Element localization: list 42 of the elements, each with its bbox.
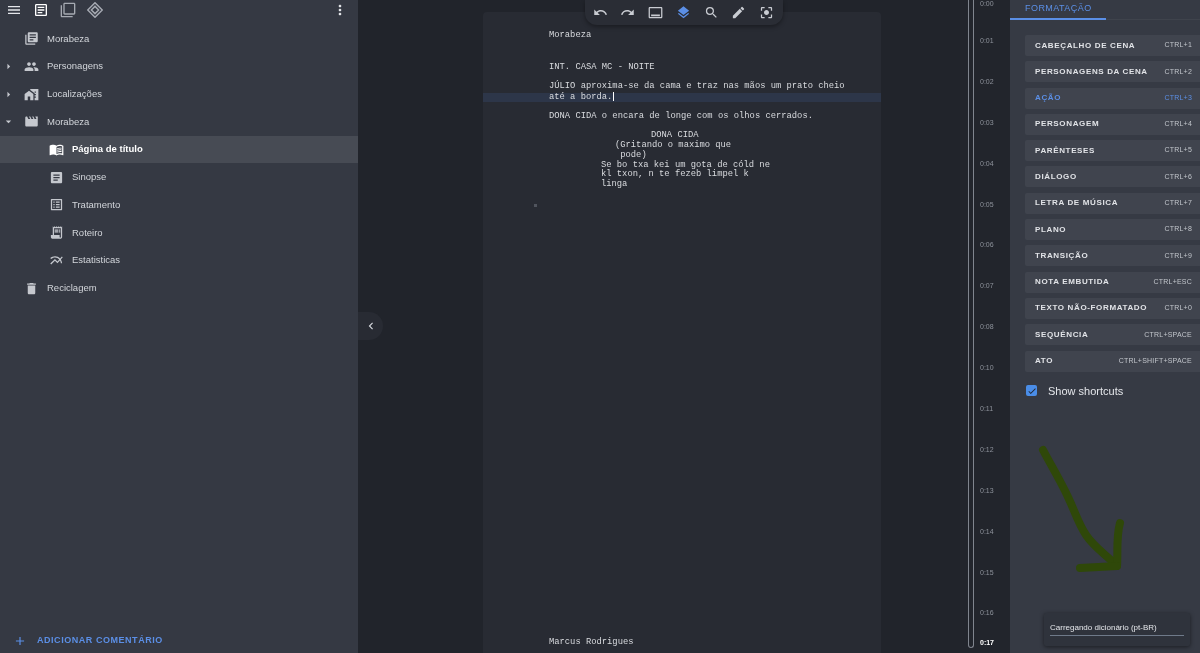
plus-icon (13, 634, 27, 648)
houses-icon (24, 86, 39, 102)
diamond-icon (87, 2, 103, 18)
snackbar-message: Carregando dicionário (pt-BR) (1050, 623, 1158, 633)
action-text: DONA CIDA o encara de longe com os olhos cerrados. (549, 112, 814, 122)
clapperboard-icon (24, 114, 39, 130)
character-name: DONA CIDA (651, 131, 699, 141)
layers-icon (675, 5, 691, 20)
tree-item[interactable]: Sinopse (0, 163, 358, 192)
open-book-icon (49, 142, 64, 158)
list-icon (49, 197, 64, 213)
checkbox-label[interactable]: Show shortcuts (1048, 382, 1124, 400)
add-comment-button[interactable]: ADICIONAR COMENTÁRIO (13, 632, 163, 650)
search-icon (703, 5, 719, 20)
title-text: Morabeza (549, 31, 593, 41)
books-icon (24, 31, 39, 47)
tree-item[interactable]: Tratamento (0, 191, 358, 219)
document-icon (49, 169, 64, 185)
tree-item[interactable]: Página de título (0, 135, 358, 164)
panel-icon (648, 5, 664, 20)
focus-icon (759, 5, 775, 20)
tree-item[interactable]: Morabeza (0, 108, 358, 136)
tree-item[interactable]: Localizações (0, 80, 358, 109)
tree-item[interactable]: Reciclagem (0, 274, 358, 302)
checkbox[interactable] (1026, 385, 1037, 397)
dialogue-text: Se bo txa kei um gota de cóld ne kl txon, n te fezeb limpel k linga (601, 160, 771, 190)
parenthetical-text: (Gritando o maximo que pode) (615, 141, 733, 160)
panel-tab[interactable]: FORMATAÇÃO (1010, 0, 1106, 20)
scene-heading: INT. CASA MC - NOITE (549, 62, 656, 73)
pen-icon (731, 5, 747, 20)
document-icon (33, 2, 49, 18)
receipt-icon (49, 225, 64, 241)
tree-item[interactable]: Morabeza (0, 25, 358, 53)
tree-item[interactable]: Personagens (0, 52, 358, 81)
tree-item[interactable]: Estatisticas (0, 246, 358, 275)
copy-icon (60, 2, 76, 18)
view-tab[interactable] (85, 2, 105, 18)
view-tab[interactable] (58, 2, 78, 18)
tree-item[interactable]: Roteiro (0, 218, 358, 247)
action-text: JÚLIO aproxima-se da cama e traz nas mãos um prato cheio até a borda. (549, 82, 846, 103)
trash-icon (24, 280, 39, 296)
footer-text: Marcus Rodrigues (549, 638, 635, 648)
